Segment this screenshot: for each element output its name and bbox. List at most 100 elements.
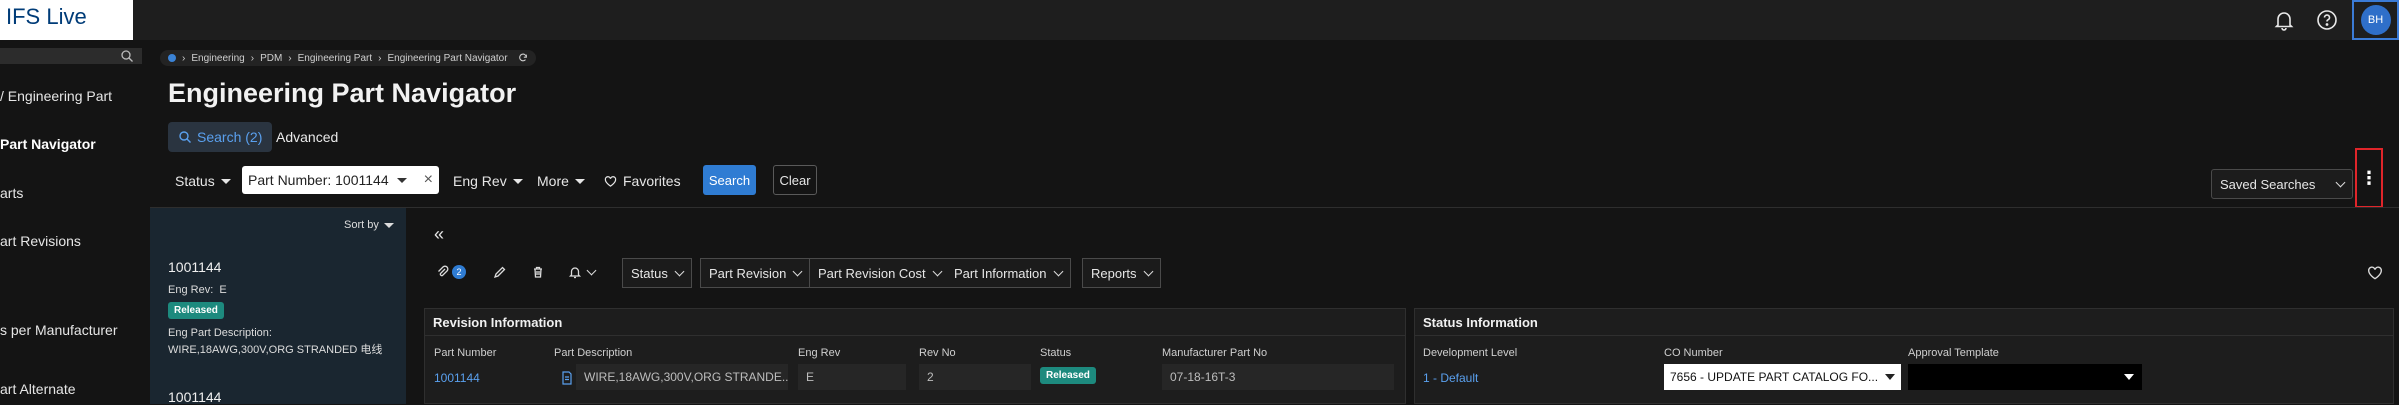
kebab-icon: ⋮	[2360, 167, 2378, 188]
breadcrumb-item: Engineering Part Navigator	[387, 52, 508, 64]
delete-icon[interactable]	[529, 263, 547, 281]
favorites-label: Favorites	[623, 173, 681, 189]
status-field: Released	[1040, 366, 1096, 384]
eng-rev-value: E	[219, 284, 227, 296]
page-title: Engineering Part Navigator	[168, 78, 517, 108]
filter-part-number-label: Part Number: 1001144	[248, 172, 389, 188]
help-icon[interactable]	[2315, 8, 2339, 32]
part-number-link[interactable]: 1001144	[434, 371, 480, 385]
chevron-down-icon	[932, 266, 943, 276]
manufacturer-part-no-field: 07-18-16T-3	[1162, 364, 1394, 390]
chevron-down-icon	[1143, 266, 1153, 276]
refresh-icon[interactable]	[518, 53, 528, 63]
breadcrumb: › Engineering › PDM › Engineering Part ›…	[160, 50, 536, 66]
sidebar-item-engineering-part[interactable]: / Engineering Part	[0, 88, 112, 104]
list-item-eng-rev: Eng Rev: E	[168, 284, 227, 296]
search-icon	[178, 130, 192, 144]
home-icon[interactable]	[168, 54, 176, 62]
field-label: Eng Rev	[798, 347, 841, 359]
close-icon[interactable]: ×	[424, 171, 433, 189]
list-item-description: WIRE,18AWG,300V,ORG STRANDED 电线	[168, 344, 383, 356]
caret-down-icon	[383, 222, 394, 228]
command-label: Reports	[1091, 265, 1137, 281]
saved-searches-select[interactable]: Saved Searches	[2211, 169, 2353, 199]
command-label: Part Information	[954, 265, 1047, 281]
chevron-down-icon	[674, 266, 685, 276]
pane-divider	[1414, 335, 2394, 336]
filter-eng-rev-label: Eng Rev	[453, 173, 507, 189]
command-reports[interactable]: Reports	[1082, 258, 1161, 288]
breadcrumb-separator: ›	[378, 52, 382, 64]
breadcrumb-item[interactable]: Engineering Part	[298, 53, 373, 64]
caret-down-icon	[2124, 374, 2134, 380]
bell-icon[interactable]	[2272, 8, 2296, 32]
sidebar-item-part-navigator[interactable]: Part Navigator	[0, 136, 96, 152]
favorites-button[interactable]: Favorites	[604, 172, 681, 190]
paperclip-icon	[436, 265, 450, 279]
field-label: CO Number	[1664, 347, 1723, 359]
filter-status[interactable]: Status	[175, 172, 231, 190]
command-part-revision[interactable]: Part Revision	[700, 258, 811, 288]
edit-icon[interactable]	[491, 263, 509, 281]
caret-down-icon	[574, 178, 585, 184]
pane-title: Status Information	[1423, 315, 1538, 330]
chevron-down-icon	[2335, 177, 2346, 187]
field-label: Manufacturer Part No	[1162, 347, 1268, 359]
sidebar-item-parts-per-manufacturer[interactable]: s per Manufacturer	[0, 322, 118, 338]
filter-status-label: Status	[175, 173, 215, 189]
clear-button[interactable]: Clear	[773, 165, 817, 195]
command-status[interactable]: Status	[622, 258, 692, 288]
notification-menu[interactable]	[566, 263, 596, 281]
rev-no-field: 2	[919, 364, 1031, 390]
sort-by-button[interactable]: Sort by	[344, 219, 394, 231]
sort-by-label: Sort by	[344, 219, 379, 231]
user-initials: BH	[2360, 5, 2391, 35]
breadcrumb-item[interactable]: PDM	[260, 53, 282, 64]
tab-search-label: Search (2)	[197, 129, 263, 145]
tab-search[interactable]: Search (2)	[168, 122, 273, 152]
field-label: Approval Template	[1908, 347, 1999, 359]
sidebar-item-part-revisions[interactable]: art Revisions	[0, 233, 81, 249]
command-label: Status	[631, 265, 668, 281]
search-button[interactable]: Search	[703, 165, 756, 195]
tab-advanced[interactable]: Advanced	[276, 129, 338, 145]
more-options-button[interactable]: ⋮	[2355, 148, 2383, 208]
list-item-number[interactable]: 1001144	[168, 389, 221, 405]
caret-down-icon[interactable]	[396, 177, 407, 183]
sidebar-item-part-alternate[interactable]: art Alternate	[0, 381, 76, 397]
attachment-button[interactable]: 2	[436, 263, 470, 281]
breadcrumb-item[interactable]: Engineering	[191, 53, 244, 64]
development-level-link[interactable]: 1 - Default	[1423, 371, 1478, 385]
status-badge: Released	[168, 302, 224, 319]
filter-more[interactable]: More	[537, 172, 585, 190]
part-description-field: WIRE,18AWG,300V,ORG STRANDE...	[576, 364, 788, 390]
collapse-icon[interactable]: «	[434, 224, 444, 245]
chevron-down-icon	[1053, 266, 1063, 276]
field-label: Development Level	[1423, 347, 1518, 359]
user-avatar[interactable]: BH	[2352, 0, 2399, 40]
field-label: Status	[1040, 347, 1072, 359]
status-badge: Released	[1040, 367, 1096, 384]
pane-title: Revision Information	[433, 315, 563, 330]
approval-template-select[interactable]	[1908, 364, 2142, 390]
document-icon[interactable]	[561, 371, 573, 388]
filter-eng-rev[interactable]: Eng Rev	[453, 172, 523, 190]
eng-rev-label: Eng Rev:	[168, 284, 214, 296]
command-part-information[interactable]: Part Information	[946, 258, 1071, 288]
breadcrumb-separator: ›	[288, 52, 292, 64]
favorite-heart-icon[interactable]	[2367, 265, 2383, 284]
command-label: Part Revision Cost	[818, 265, 926, 281]
app-logo[interactable]: IFS Live	[0, 0, 133, 40]
command-label: Part Revision	[709, 265, 787, 281]
search-icon[interactable]	[120, 49, 134, 63]
attachment-count-badge: 2	[452, 265, 466, 279]
co-number-select[interactable]: 7656 - UPDATE PART CATALOG FO...	[1664, 364, 1901, 390]
list-item-number[interactable]: 1001144	[168, 259, 221, 275]
eng-rev-field: E	[798, 364, 906, 390]
saved-searches-label: Saved Searches	[2220, 176, 2316, 192]
sidebar-item-parts[interactable]: arts	[0, 185, 23, 201]
command-part-revision-cost[interactable]: Part Revision Cost	[810, 258, 950, 288]
chevron-down-icon	[586, 265, 596, 275]
co-number-value: 7656 - UPDATE PART CATALOG FO...	[1670, 370, 1879, 384]
filter-part-number-chip[interactable]: Part Number: 1001144 ×	[242, 166, 439, 194]
